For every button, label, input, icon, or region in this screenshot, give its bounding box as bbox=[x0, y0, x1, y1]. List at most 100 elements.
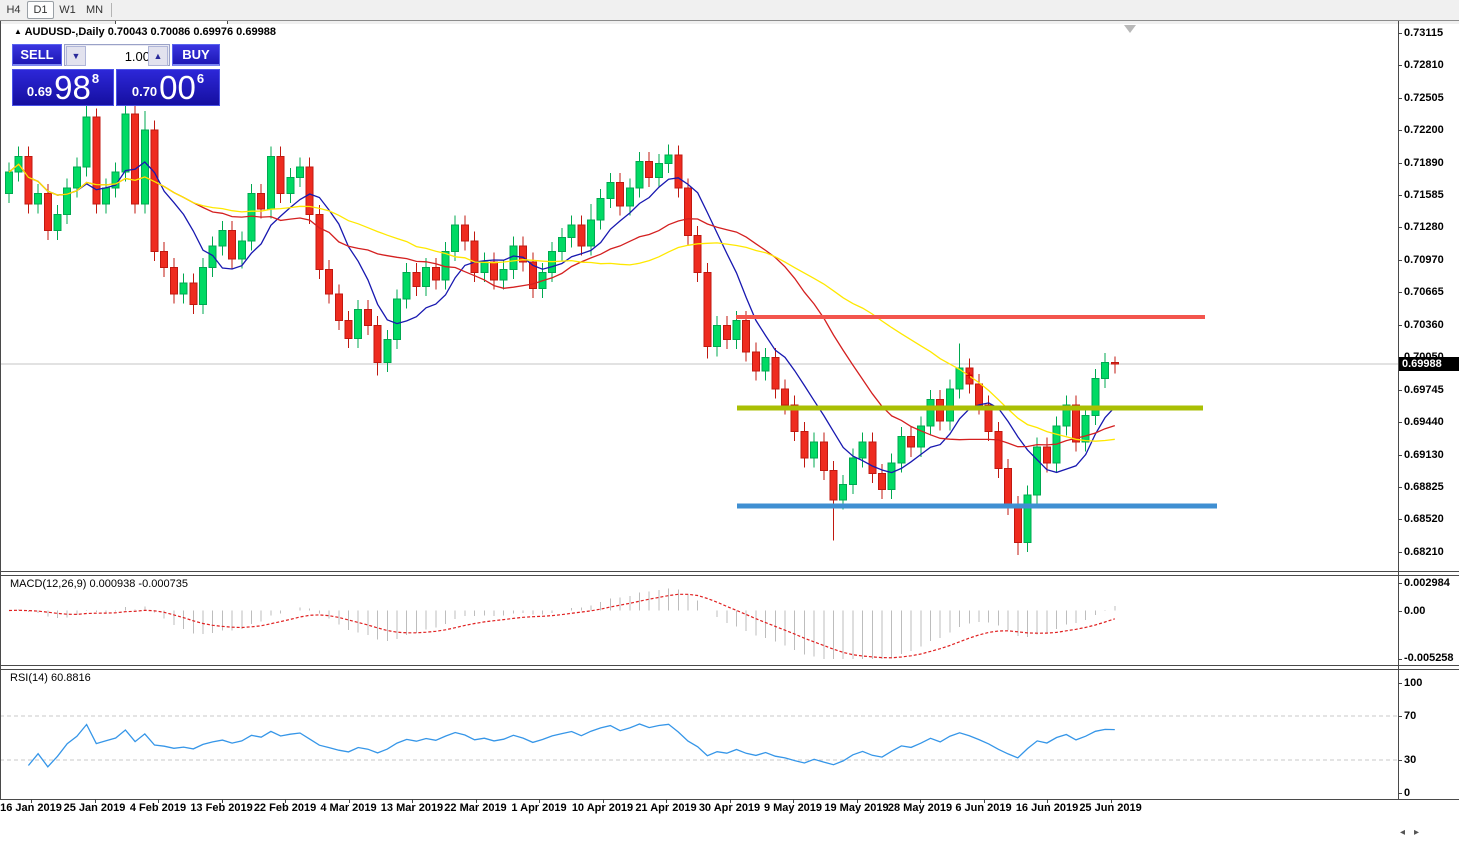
price-axis-label: 0.69130 bbox=[1404, 449, 1444, 461]
symbol-ohlc-values: 0.70043 0.70086 0.69976 0.69988 bbox=[108, 26, 276, 38]
axis-tick bbox=[1398, 683, 1402, 684]
timeframe-d1-button[interactable]: D1 bbox=[27, 1, 54, 19]
axis-tick bbox=[1398, 260, 1402, 261]
trade-panel-top-row: SELL ▼ ▲ BUY bbox=[12, 44, 220, 68]
volume-stepper: ▼ ▲ bbox=[64, 44, 170, 66]
axis-tick bbox=[1398, 390, 1402, 391]
axis-tick bbox=[793, 799, 794, 803]
price-axis-label: 0.70665 bbox=[1404, 286, 1444, 298]
macd-signal-line bbox=[9, 594, 1115, 658]
sell-price-pip: 8 bbox=[92, 71, 99, 86]
candles-layer bbox=[6, 99, 1119, 555]
axis-tick bbox=[1398, 716, 1402, 717]
price-axis-label: 0.68825 bbox=[1404, 481, 1444, 493]
tab-scroll-left-icon[interactable]: ◂ bbox=[1400, 827, 1405, 838]
price-axis-label: 0.72810 bbox=[1404, 59, 1444, 71]
buy-price-pip: 6 bbox=[197, 71, 204, 86]
axis-tick bbox=[920, 799, 921, 803]
axis-tick bbox=[984, 799, 985, 803]
axis-tick bbox=[1398, 130, 1402, 131]
axis-tick bbox=[31, 799, 32, 803]
sell-price-prefix: 0.69 bbox=[27, 84, 52, 99]
price-axis-label: 0.69440 bbox=[1404, 416, 1444, 428]
volume-input[interactable] bbox=[86, 46, 153, 66]
axis-tick bbox=[1398, 611, 1402, 612]
rsi-axis-label: 70 bbox=[1404, 710, 1416, 722]
volume-decrease-button[interactable]: ▼ bbox=[66, 46, 86, 66]
axis-tick bbox=[1398, 325, 1402, 326]
volume-increase-button[interactable]: ▲ bbox=[148, 46, 168, 66]
axis-tick bbox=[603, 799, 604, 803]
price-axis-label: 0.69745 bbox=[1404, 384, 1444, 396]
macd-axis-label: 0.00 bbox=[1404, 605, 1425, 617]
current-price-tag: 0.69988 bbox=[1399, 357, 1459, 371]
price-axis-label: 0.71585 bbox=[1404, 189, 1444, 201]
axis-tick bbox=[1398, 422, 1402, 423]
axis-tick bbox=[476, 799, 477, 803]
rsi-pane[interactable] bbox=[0, 669, 1398, 799]
one-click-trading-panel: SELL ▼ ▲ BUY 0.69 98 8 0.70 00 6 bbox=[12, 44, 220, 106]
cross-marker: + bbox=[966, 368, 973, 382]
sell-price-display[interactable]: 0.69 98 8 bbox=[12, 69, 114, 106]
rsi-label: RSI(14) 60.8816 bbox=[10, 672, 91, 684]
axis-tick bbox=[95, 799, 96, 803]
axis-tick bbox=[1398, 292, 1402, 293]
axis-tick bbox=[539, 799, 540, 803]
rsi-axis-label: 0 bbox=[1404, 787, 1410, 799]
rsi-axis-label: 100 bbox=[1404, 677, 1422, 689]
price-axis-label: 0.72200 bbox=[1404, 124, 1444, 136]
axis-tick bbox=[1047, 799, 1048, 803]
collapse-triangle-icon[interactable]: ▲ bbox=[14, 27, 22, 36]
axis-tick bbox=[1398, 33, 1402, 34]
price-axis-label: 0.68520 bbox=[1404, 513, 1444, 525]
tab-scroll-right-icon[interactable]: ▸ bbox=[1414, 827, 1419, 838]
price-axis-label: 0.71280 bbox=[1404, 221, 1444, 233]
pane-splitter[interactable] bbox=[0, 669, 1459, 670]
axis-tick bbox=[1398, 659, 1402, 660]
axis-tick bbox=[1111, 799, 1112, 803]
buy-button[interactable]: BUY bbox=[172, 44, 220, 66]
price-axis-label: 0.72505 bbox=[1404, 92, 1444, 104]
price-axis-label: 0.70360 bbox=[1404, 319, 1444, 331]
price-axis-label: 0.70970 bbox=[1404, 254, 1444, 266]
axis-tick bbox=[1398, 793, 1402, 794]
axis-tick bbox=[1398, 487, 1402, 488]
axis-tick bbox=[730, 799, 731, 803]
chart-symbol-title[interactable]: ▲ AUDUSD-,Daily 0.70043 0.70086 0.69976 … bbox=[14, 26, 276, 38]
axis-tick bbox=[285, 799, 286, 803]
axis-tick bbox=[412, 799, 413, 803]
pane-splitter[interactable] bbox=[0, 571, 1459, 572]
date-axis-label: 25 Jun 2019 bbox=[1063, 802, 1159, 814]
macd-label: MACD(12,26,9) 0.000938 -0.000735 bbox=[10, 578, 188, 590]
timeframe-h4-button[interactable]: H4 bbox=[0, 1, 27, 19]
buy-price-prefix: 0.70 bbox=[132, 84, 157, 99]
axis-tick bbox=[666, 799, 667, 803]
sell-price-main: 98 bbox=[54, 74, 91, 102]
macd-pane[interactable] bbox=[0, 575, 1398, 665]
axis-tick bbox=[1398, 583, 1402, 584]
axis-tick bbox=[1398, 760, 1402, 761]
axis-tick bbox=[349, 799, 350, 803]
price-axis-label: 0.71890 bbox=[1404, 157, 1444, 169]
axis-tick bbox=[1398, 455, 1402, 456]
price-axis-label: 0.73115 bbox=[1404, 27, 1443, 39]
axis-tick bbox=[1398, 552, 1402, 553]
pane-splitter[interactable] bbox=[0, 665, 1459, 666]
chart-shift-marker-icon[interactable] bbox=[1124, 25, 1136, 33]
timeframe-toolbar: H4 D1 W1 MN bbox=[0, 0, 1459, 20]
rsi-axis-label: 30 bbox=[1404, 754, 1416, 766]
toolbar-divider bbox=[111, 3, 112, 17]
symbol-name: AUDUSD-,Daily bbox=[25, 26, 105, 38]
timeframe-w1-button[interactable]: W1 bbox=[54, 1, 81, 19]
axis-tick bbox=[1398, 163, 1402, 164]
axis-tick bbox=[1398, 227, 1402, 228]
timeframe-mn-button[interactable]: MN bbox=[81, 1, 108, 19]
axis-tick bbox=[222, 799, 223, 803]
axis-tick bbox=[1398, 195, 1402, 196]
price-axis-label: 0.68210 bbox=[1404, 546, 1444, 558]
axis-tick bbox=[1398, 98, 1402, 99]
axis-tick bbox=[857, 799, 858, 803]
sell-button[interactable]: SELL bbox=[12, 44, 62, 66]
pane-splitter[interactable] bbox=[0, 575, 1459, 576]
buy-price-display[interactable]: 0.70 00 6 bbox=[116, 69, 220, 106]
